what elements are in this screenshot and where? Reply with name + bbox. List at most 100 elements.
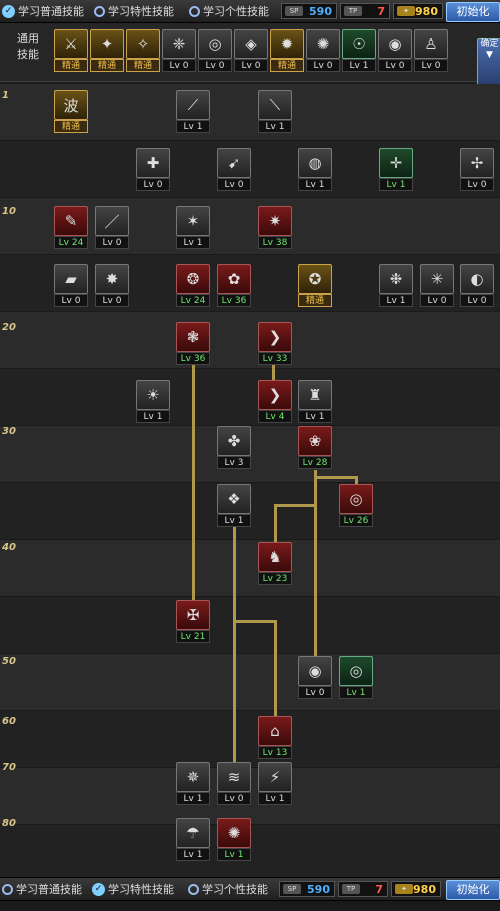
skill-slot[interactable]: ✿ Lv 36 (217, 264, 251, 308)
skill-slot[interactable]: ◎ Lv 26 (339, 484, 373, 528)
skill-level: Lv 1 (217, 848, 251, 861)
common-skill-slot[interactable]: ♙ Lv 0 (414, 29, 448, 73)
skill-slot[interactable]: ❀ Lv 28 (298, 426, 332, 470)
skill-slot[interactable]: ✵ Lv 1 (176, 762, 210, 806)
skill-slot[interactable]: ❖ Lv 1 (217, 484, 251, 528)
skill-icon: ✺ (217, 818, 251, 848)
skill-icon: ✠ (176, 600, 210, 630)
common-skill-slot[interactable]: ✦ 精通 (90, 29, 124, 73)
tab-learn-special-bottom[interactable]: ✓ 学习特性技能 (92, 881, 174, 897)
skill-slot[interactable]: ❃ Lv 36 (176, 322, 210, 366)
skill-level: Lv 38 (258, 236, 292, 249)
level-marker: 1 (2, 90, 9, 101)
skill-slot[interactable]: ☂ Lv 1 (176, 818, 210, 862)
common-skill-slot[interactable]: ✧ 精通 (126, 29, 160, 73)
skill-slot[interactable]: ⟋ Lv 1 (176, 90, 210, 134)
skill-slot[interactable]: ✚ Lv 0 (136, 148, 170, 192)
common-skill-slot[interactable]: ◈ Lv 0 (234, 29, 268, 73)
skill-level: Lv 1 (339, 686, 373, 699)
skill-slot[interactable]: ✳ Lv 0 (420, 264, 454, 308)
skill-level: Lv 0 (414, 59, 448, 72)
common-skill-slot[interactable]: ❈ Lv 0 (162, 29, 196, 73)
skill-slot[interactable]: ⟍ Lv 1 (258, 90, 292, 134)
skill-slot[interactable]: ／ Lv 0 (95, 206, 129, 250)
skill-slot[interactable]: ◎ Lv 1 (339, 656, 373, 700)
skill-slot[interactable]: ❯ Lv 4 (258, 380, 292, 424)
skill-level: 精通 (54, 59, 88, 72)
tab-learn-special-label: 学习特性技能 (108, 5, 174, 18)
skill-level: Lv 23 (258, 572, 292, 585)
tab-learn-personal[interactable]: 学习个性技能 (189, 3, 269, 19)
skill-slot[interactable]: ✤ Lv 3 (217, 426, 251, 470)
skill-slot[interactable]: ☀ Lv 1 (136, 380, 170, 424)
skill-level: Lv 1 (379, 178, 413, 191)
skill-icon: ✚ (136, 148, 170, 178)
radio-icon (2, 883, 13, 895)
skill-slot[interactable]: ⌂ Lv 13 (258, 716, 292, 760)
skill-slot[interactable]: ♜ Lv 1 (298, 380, 332, 424)
skill-connector (274, 504, 314, 507)
skill-level: Lv 1 (298, 178, 332, 191)
skill-slot[interactable]: ✠ Lv 21 (176, 600, 210, 644)
tab-learn-personal-bottom[interactable]: 学习个性技能 (188, 881, 268, 897)
tab-learn-normal-bottom[interactable]: 学习普通技能 (2, 881, 82, 897)
skill-slot[interactable]: ❂ Lv 24 (176, 264, 210, 308)
skill-slot[interactable]: ❉ Lv 1 (379, 264, 413, 308)
skill-slot[interactable]: ✸ Lv 0 (95, 264, 129, 308)
sp-value: 590 (309, 4, 332, 18)
radio-icon (189, 5, 200, 17)
tab-learn-normal-bottom-label: 学习普通技能 (16, 883, 82, 896)
skill-icon: ☀ (136, 380, 170, 410)
common-skill-slot[interactable]: ⚔ 精通 (54, 29, 88, 73)
skill-slot[interactable]: ⚡ Lv 1 (258, 762, 292, 806)
skill-level: Lv 1 (136, 410, 170, 423)
skill-slot[interactable]: ✷ Lv 38 (258, 206, 292, 250)
skill-icon: ❈ (162, 29, 196, 59)
reset-button-bottom[interactable]: 初始化 (446, 880, 500, 900)
common-skill-slot[interactable]: ✺ Lv 0 (306, 29, 340, 73)
skill-slot[interactable]: ✶ Lv 1 (176, 206, 210, 250)
common-skill-slot[interactable]: ✹ 精通 (270, 29, 304, 73)
common-skill-slot[interactable]: ☉ Lv 1 (342, 29, 376, 73)
tab-learn-normal[interactable]: ✓ 学习普通技能 (2, 3, 84, 19)
skill-level: Lv 3 (217, 456, 251, 469)
skill-slot[interactable]: ◍ Lv 1 (298, 148, 332, 192)
sp-value-bottom: 590 (307, 882, 330, 896)
skill-icon: ⌂ (258, 716, 292, 746)
skill-slot[interactable]: ♞ Lv 23 (258, 542, 292, 586)
skill-slot[interactable]: ◉ Lv 0 (298, 656, 332, 700)
skill-icon: ／ (95, 206, 129, 236)
skill-icon: ❖ (217, 484, 251, 514)
skill-icon: ≋ (217, 762, 251, 792)
skill-icon: ◉ (298, 656, 332, 686)
skill-level: Lv 1 (176, 848, 210, 861)
skill-slot[interactable]: ✛ Lv 1 (379, 148, 413, 192)
tab-learn-special[interactable]: 学习特性技能 (94, 3, 174, 19)
skill-slot[interactable]: ≋ Lv 0 (217, 762, 251, 806)
skill-slot[interactable]: 波精通 (54, 90, 88, 134)
tab-learn-personal-label: 学习个性技能 (203, 5, 269, 18)
skill-level: Lv 1 (258, 120, 292, 133)
skill-connector (233, 518, 236, 768)
level-marker: 50 (2, 656, 16, 667)
confirm-tab[interactable]: 确定 ▼ (477, 38, 500, 86)
skill-icon: ♞ (258, 542, 292, 572)
tp-icon: TP (342, 884, 360, 894)
common-skill-slot[interactable]: ◉ Lv 0 (378, 29, 412, 73)
skill-tree: 1 10 20 30 40 50 60 70 80 波精通 ⟋ Lv 1 ⟍ Lv 1 ✚ Lv 0 ➹ Lv 0… (0, 84, 500, 881)
skill-slot[interactable]: ✎ Lv 24 (54, 206, 88, 250)
skill-icon: ✳ (420, 264, 454, 294)
common-skill-slot[interactable]: ◎ Lv 0 (198, 29, 232, 73)
skill-slot[interactable]: ◐ Lv 0 (460, 264, 494, 308)
skill-icon: ❯ (258, 380, 292, 410)
skill-icon: ⚔ (54, 29, 88, 59)
level-marker: 40 (2, 542, 16, 553)
skill-slot[interactable]: ✺ Lv 1 (217, 818, 251, 862)
checkbox-checked-icon: ✓ (92, 882, 105, 896)
skill-slot[interactable]: ❯ Lv 33 (258, 322, 292, 366)
reset-button[interactable]: 初始化 (446, 2, 500, 22)
skill-slot[interactable]: ✢ Lv 0 (460, 148, 494, 192)
skill-slot[interactable]: ▰ Lv 0 (54, 264, 88, 308)
skill-slot[interactable]: ✪ 精通 (298, 264, 332, 308)
skill-slot[interactable]: ➹ Lv 0 (217, 148, 251, 192)
